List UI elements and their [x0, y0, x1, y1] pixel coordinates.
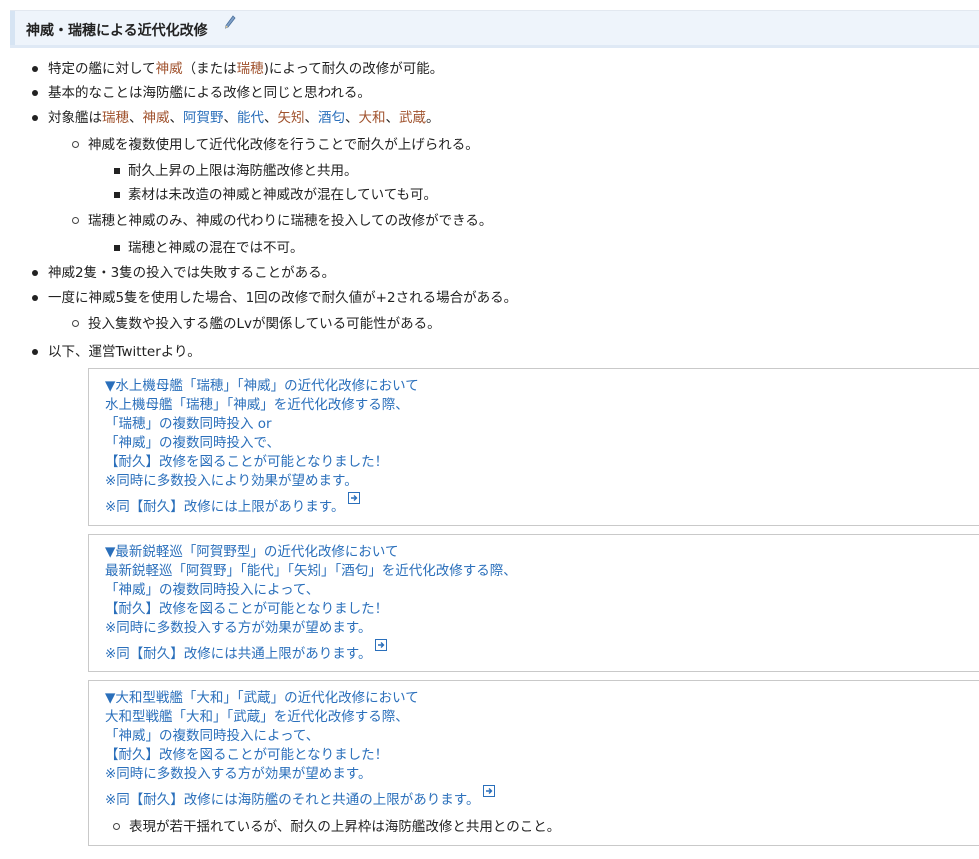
bullet-circle [72, 320, 79, 327]
tweet-line: 「神威」の複数同時投入によって、 [105, 728, 320, 744]
tweet-line: 【耐久】改修を図ることが可能となりました！ [105, 454, 389, 470]
tweet-last-line: ※同【耐久】改修には共通上限があります。 [105, 639, 388, 664]
sub-list-item: 神威を複数使用して近代化改修を行うことで耐久が上げられる。 [72, 136, 479, 154]
tweet-line: ※同時に多数投入により効果が望めます。 [105, 473, 358, 489]
list-text: 対象艦は [48, 110, 102, 126]
bullet-square [114, 245, 120, 251]
list-text: （または [182, 61, 237, 77]
bullet-circle [72, 141, 79, 148]
tweet-line: 最新鋭軽巡「阿賀野」「能代」「矢矧」「酒匂」を近代化改修する際、 [105, 563, 517, 579]
list-text: 神威を複数使用して近代化改修を行うことで耐久が上げられる。 [88, 137, 479, 153]
list-text: 一度に神威5隻を使用した場合、1回の改修で耐久値が+2される場合がある。 [48, 290, 518, 306]
page: 神威・瑞穂による近代化改修 特定の艦に対して神威（または瑞穂)によって耐久の改修… [0, 0, 979, 859]
separator: 、 [264, 110, 278, 126]
tweet-line: ※同時に多数投入する方が効果が望めます。 [105, 620, 372, 636]
external-link-icon[interactable] [375, 639, 388, 651]
separator: 、 [223, 110, 238, 126]
tweet-line: ▼水上機母艦「瑞穂」「神威」の近代化改修において [105, 378, 419, 394]
ship-link[interactable]: 酒匂 [318, 110, 345, 126]
ship-link[interactable]: 武蔵 [399, 110, 426, 126]
tweet-quote-3: ▼大和型戦艦「大和」「武蔵」の近代化改修において 大和型戦艦「大和」「武蔵」を近… [88, 680, 979, 846]
list-text: 基本的なことは海防艦による改修と同じと思われる。 [48, 85, 371, 101]
tweet-line: 【耐久】改修を図ることが可能となりました！ [105, 601, 389, 617]
tweet-line: 「神威」の複数同時投入によって、 [105, 582, 320, 598]
tweet-quote-1: ▼水上機母艦「瑞穂」「神威」の近代化改修において 水上機母艦「瑞穂」「神威」を近… [88, 368, 979, 526]
link-kamoi[interactable]: 神威 [156, 61, 183, 77]
tweet-note-item: 表現が若干揺れているが、耐久の上昇枠は海防艦改修と共用とのこと。 [113, 818, 561, 836]
separator: 、 [345, 110, 359, 126]
separator: 。 [426, 110, 440, 126]
tweet-line: 「瑞穂」の複数同時投入 or [105, 416, 272, 432]
tweet-line: ※同【耐久】改修には海防艦のそれと共通の上限があります。 [105, 792, 480, 808]
heading-accent [10, 11, 15, 45]
tweet-last-line: ※同【耐久】改修には海防艦のそれと共通の上限があります。 [105, 785, 496, 810]
sub-sub-list-item: 素材は未改造の神威と神威改が混在していても可。 [114, 186, 438, 204]
tweet-line: ※同時に多数投入する方が効果が望めます。 [105, 766, 372, 782]
external-link-icon[interactable] [348, 492, 361, 504]
list-item: 神威2隻・3隻の投入では失敗することがある。 [32, 264, 336, 282]
tweet-line: ▼大和型戦艦「大和」「武蔵」の近代化改修において [105, 690, 419, 706]
list-text: 以下、運営Twitterより。 [48, 344, 201, 360]
bullet-disc [32, 115, 38, 121]
ship-link[interactable]: 大和 [359, 110, 386, 126]
separator: 、 [385, 110, 400, 126]
list-text: 特定の艦に対して [48, 61, 156, 77]
section-heading: 神威・瑞穂による近代化改修 [10, 10, 979, 48]
separator: 、 [169, 110, 184, 126]
list-text: 投入隻数や投入する艦のLvが関係している可能性がある。 [88, 316, 441, 332]
target-ship-links: 瑞穂、神威、阿賀野、能代、矢矧、酒匂、大和、武蔵。 [102, 110, 440, 126]
tweet-line: 水上機母艦「瑞穂」「神威」を近代化改修する際、 [105, 397, 409, 413]
heading-title: 神威・瑞穂による近代化改修 [26, 23, 208, 39]
separator: 、 [129, 110, 143, 126]
list-item: 対象艦は瑞穂、神威、阿賀野、能代、矢矧、酒匂、大和、武蔵。 [32, 109, 440, 127]
bullet-disc [32, 349, 38, 355]
list-text: 表現が若干揺れているが、耐久の上昇枠は海防艦改修と共用とのこと。 [129, 819, 561, 835]
list-item: 特定の艦に対して神威（または瑞穂)によって耐久の改修が可能。 [32, 60, 444, 78]
list-text: 神威2隻・3隻の投入では失敗することがある。 [48, 265, 336, 281]
list-text: )によって耐久の改修が可能。 [263, 61, 444, 77]
separator: 、 [304, 110, 319, 126]
ship-link[interactable]: 瑞穂 [102, 110, 129, 126]
bullet-square [114, 168, 120, 174]
ship-link[interactable]: 神威 [143, 110, 170, 126]
list-text: 素材は未改造の神威と神威改が混在していても可。 [128, 187, 438, 203]
sub-list-item: 瑞穂と神威のみ、神威の代わりに瑞穂を投入しての改修ができる。 [72, 212, 493, 230]
tweet-line: ※同【耐久】改修には上限があります。 [105, 499, 345, 515]
tweet-last-line: ※同【耐久】改修には上限があります。 [105, 492, 361, 517]
ship-link[interactable]: 阿賀野 [183, 110, 224, 126]
list-item: 以下、運営Twitterより。 [32, 343, 201, 361]
tweet-line: 「神威」の複数同時投入で、 [105, 435, 280, 451]
bullet-square [114, 192, 120, 198]
pencil-icon[interactable] [224, 15, 236, 31]
bullet-disc [32, 66, 38, 72]
list-text: 耐久上昇の上限は海防艦改修と共用。 [128, 163, 358, 179]
link-mizuho[interactable]: 瑞穂 [237, 61, 264, 77]
bullet-disc [32, 90, 38, 96]
external-link-icon[interactable] [483, 785, 496, 797]
list-text: 瑞穂と神威のみ、神威の代わりに瑞穂を投入しての改修ができる。 [88, 213, 493, 229]
sub-sub-list-item: 瑞穂と神威の混在では不可。 [114, 239, 304, 257]
list-item: 基本的なことは海防艦による改修と同じと思われる。 [32, 84, 371, 102]
tweet-line: ※同【耐久】改修には共通上限があります。 [105, 646, 372, 662]
list-item: 一度に神威5隻を使用した場合、1回の改修で耐久値が+2される場合がある。 [32, 289, 518, 307]
sub-list-item: 投入隻数や投入する艦のLvが関係している可能性がある。 [72, 315, 441, 333]
tweet-quote-2: ▼最新鋭軽巡「阿賀野型」の近代化改修において 最新鋭軽巡「阿賀野」「能代」「矢矧… [88, 534, 979, 672]
ship-link[interactable]: 能代 [237, 110, 264, 126]
tweet-line: ▼最新鋭軽巡「阿賀野型」の近代化改修において [105, 544, 399, 560]
list-text: 瑞穂と神威の混在では不可。 [128, 240, 304, 256]
ship-link[interactable]: 矢矧 [278, 110, 305, 126]
sub-sub-list-item: 耐久上昇の上限は海防艦改修と共用。 [114, 162, 358, 180]
bullet-circle [72, 217, 79, 224]
tweet-line: 大和型戦艦「大和」「武蔵」を近代化改修する際、 [105, 709, 409, 725]
tweet-line: 【耐久】改修を図ることが可能となりました！ [105, 747, 389, 763]
bullet-disc [32, 270, 38, 276]
bullet-disc [32, 295, 38, 301]
bullet-circle [113, 823, 120, 830]
